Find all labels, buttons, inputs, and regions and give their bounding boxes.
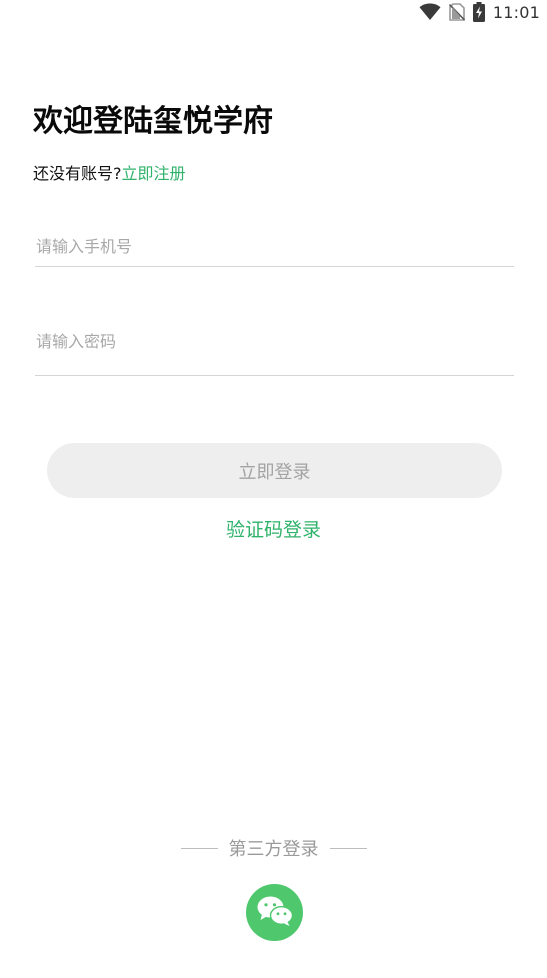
third-party-label: 第三方登录	[228, 839, 319, 860]
wechat-icon	[256, 895, 294, 931]
phone-input[interactable]	[35, 226, 515, 266]
code-login-link[interactable]: 验证码登录	[0, 516, 547, 544]
status-icons: 11:01	[419, 0, 540, 24]
divider-line-right	[329, 847, 367, 849]
status-bar: 11:01	[0, 0, 547, 24]
login-button[interactable]: 立即登录	[47, 443, 502, 498]
divider-line-left	[180, 847, 218, 849]
password-field-container	[35, 321, 515, 376]
register-link[interactable]: 立即注册	[122, 164, 186, 183]
battery-charging-icon	[472, 2, 485, 22]
third-party-divider: 第三方登录	[0, 835, 547, 861]
no-sim-icon	[448, 3, 465, 21]
register-prompt: 还没有账号?	[33, 164, 122, 183]
wifi-icon	[419, 3, 441, 21]
phone-field-container	[35, 226, 515, 267]
register-row: 还没有账号?立即注册	[33, 162, 186, 186]
status-clock: 11:01	[492, 2, 540, 22]
page-title: 欢迎登陆玺悦学府	[33, 104, 273, 139]
wechat-login-button[interactable]	[246, 884, 303, 941]
password-input[interactable]	[35, 321, 515, 361]
